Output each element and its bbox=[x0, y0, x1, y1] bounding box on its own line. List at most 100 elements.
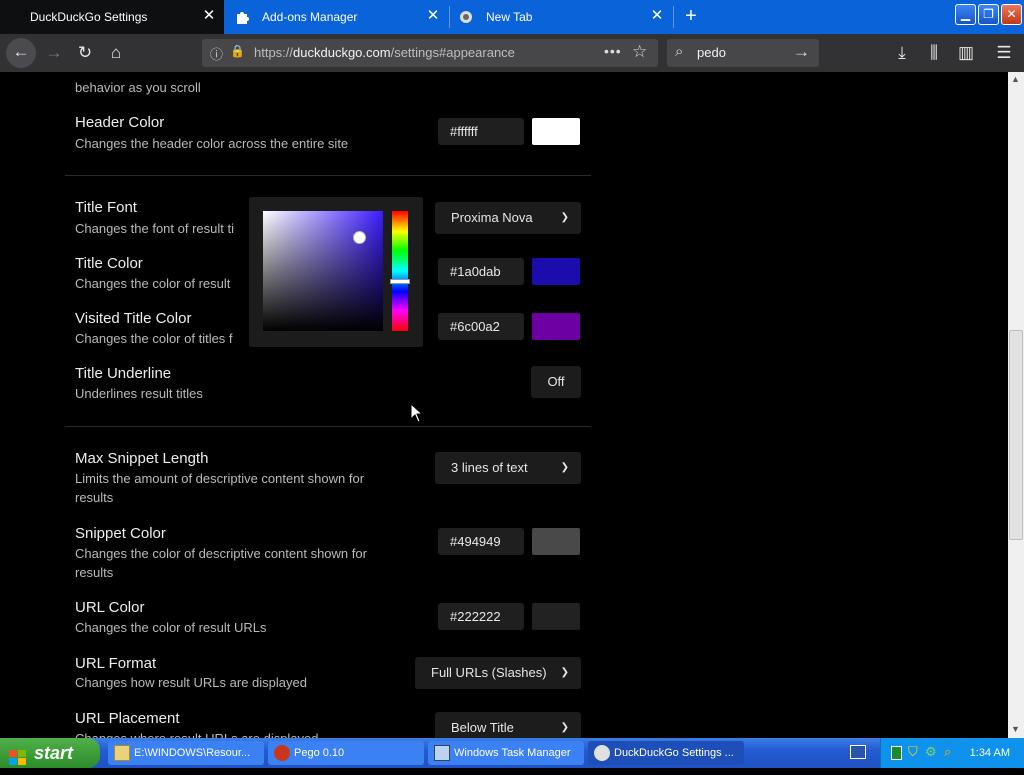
bookmark-star-icon[interactable]: ☆ bbox=[632, 42, 647, 62]
chevron-down-icon: ❯ bbox=[560, 722, 569, 733]
search-tray-icon[interactable]: ⌕ bbox=[944, 744, 951, 760]
chevron-down-icon: ❯ bbox=[560, 462, 569, 473]
title-underline-toggle[interactable]: Off bbox=[531, 366, 581, 398]
close-icon[interactable]: ✕ bbox=[650, 8, 664, 23]
taskbar-item-duckduckgo[interactable]: DuckDuckGo Settings ... bbox=[588, 741, 744, 765]
windows-logo-icon bbox=[9, 745, 27, 765]
max-snippet-desc: Limits the amount of descriptive content… bbox=[75, 471, 365, 505]
title-color-input[interactable]: #1a0dab bbox=[438, 258, 524, 285]
snippet-color-desc: Changes the color of descriptive content… bbox=[75, 546, 367, 580]
visited-title-color-swatch[interactable] bbox=[532, 313, 580, 340]
taskbar-item-label: DuckDuckGo Settings ... bbox=[614, 747, 734, 759]
header-color-input[interactable]: #ffffff bbox=[438, 118, 524, 145]
search-icon: ⌕ bbox=[675, 43, 684, 60]
visited-title-color-input[interactable]: #6c00a2 bbox=[438, 313, 524, 340]
hue-slider[interactable] bbox=[392, 211, 408, 331]
title-color-swatch[interactable] bbox=[532, 258, 580, 285]
info-icon[interactable]: ⓘ bbox=[210, 44, 223, 63]
chevron-down-icon: ❯ bbox=[560, 212, 569, 223]
url-format-select[interactable]: Full URLs (Slashes) ❯ bbox=[415, 657, 581, 689]
taskbar-item-label: Pego 0.10 bbox=[294, 747, 345, 759]
search-bar[interactable]: ⌕ pedo → bbox=[667, 39, 819, 67]
page-scrollbar[interactable]: ▲ ▼ bbox=[1008, 72, 1024, 738]
pego-icon bbox=[460, 11, 472, 23]
url-bar[interactable]: ⓘ 🔒 https://duckduckgo.com/settings#appe… bbox=[202, 39, 658, 67]
folder-icon bbox=[114, 745, 130, 761]
url-color-input[interactable]: #222222 bbox=[438, 603, 524, 630]
close-icon[interactable]: ✕ bbox=[202, 8, 216, 23]
navigation-toolbar: ← → ↻ ⌂ ⓘ 🔒 https://duckduckgo.com/setti… bbox=[0, 34, 1024, 72]
forward-arrow-icon[interactable]: → bbox=[40, 39, 68, 67]
window-close-icon[interactable]: ✕ bbox=[1001, 4, 1022, 25]
page-actions-icon[interactable]: ••• bbox=[604, 43, 622, 59]
go-arrow-icon[interactable]: → bbox=[793, 42, 810, 62]
title-font-value: Proxima Nova bbox=[451, 210, 533, 225]
menu-hamburger-icon[interactable]: ☰ bbox=[990, 39, 1018, 67]
scrollbar-thumb[interactable] bbox=[1009, 330, 1023, 540]
tab-label: Add-ons Manager bbox=[262, 10, 358, 24]
snippet-color-input[interactable]: #494949 bbox=[438, 528, 524, 555]
shield-icon[interactable]: ⛉ bbox=[908, 744, 918, 760]
url-placement-desc: Changes where result URLs are displayed bbox=[75, 729, 319, 738]
library-icon[interactable]: ⫼ bbox=[920, 39, 948, 67]
hue-slider-handle[interactable] bbox=[390, 279, 410, 284]
minimize-icon[interactable]: ▁ bbox=[955, 4, 976, 25]
home-icon[interactable]: ⌂ bbox=[102, 39, 130, 67]
section-divider bbox=[65, 426, 591, 427]
url-placement-select[interactable]: Below Title ❯ bbox=[435, 712, 581, 738]
close-icon[interactable]: ✕ bbox=[426, 8, 440, 23]
tab-duckduckgo-settings[interactable]: DuckDuckGo Settings ✕ bbox=[0, 0, 224, 34]
taskbar-item-explorer[interactable]: E:\WINDOWS\Resour... bbox=[108, 741, 264, 765]
url-placement-value: Below Title bbox=[451, 720, 514, 735]
mouse-cursor-icon bbox=[410, 403, 422, 423]
restore-icon[interactable]: ❐ bbox=[978, 4, 999, 25]
color-picker-popup bbox=[249, 197, 423, 347]
max-snippet-value: 3 lines of text bbox=[451, 460, 528, 475]
lock-icon[interactable]: 🔒 bbox=[230, 44, 245, 58]
saturation-value-field[interactable] bbox=[263, 211, 383, 331]
tab-new-tab[interactable]: New Tab ✕ bbox=[450, 0, 672, 34]
scroll-up-icon[interactable]: ▲ bbox=[1011, 74, 1020, 84]
sidebar-icon[interactable]: ▥ bbox=[952, 39, 980, 67]
keyboard-icon[interactable] bbox=[850, 745, 866, 759]
back-arrow-icon[interactable]: ← bbox=[6, 38, 36, 68]
start-button[interactable]: start bbox=[0, 738, 100, 768]
chevron-down-icon: ❯ bbox=[560, 667, 569, 678]
clock: 1:34 AM bbox=[969, 747, 1010, 759]
tray-app-icon[interactable] bbox=[891, 746, 902, 760]
url-color-title: URL Color bbox=[75, 599, 145, 616]
url-format-value: Full URLs (Slashes) bbox=[431, 665, 547, 680]
header-color-title: Header Color bbox=[75, 114, 165, 131]
url-format-desc: Changes how result URLs are displayed bbox=[75, 675, 307, 690]
title-color-desc: Changes the color of result bbox=[75, 276, 231, 291]
download-icon[interactable]: ⤓ bbox=[888, 39, 916, 67]
search-input[interactable]: pedo bbox=[697, 45, 726, 60]
scroll-down-icon[interactable]: ▼ bbox=[1011, 724, 1020, 734]
new-tab-plus-icon[interactable]: + bbox=[680, 5, 702, 27]
start-label: start bbox=[34, 743, 74, 763]
tab-separator bbox=[673, 6, 674, 28]
taskbar-item-task-manager[interactable]: Windows Task Manager bbox=[428, 741, 584, 765]
visited-title-color-title: Visited Title Color bbox=[75, 310, 192, 327]
max-snippet-select[interactable]: 3 lines of text ❯ bbox=[435, 452, 581, 484]
title-font-desc: Changes the font of result ti bbox=[75, 221, 234, 236]
url-color-swatch[interactable] bbox=[532, 603, 580, 630]
snippet-color-swatch[interactable] bbox=[532, 528, 580, 555]
title-font-select[interactable]: Proxima Nova ❯ bbox=[435, 202, 581, 234]
visited-title-color-desc: Changes the color of titles f bbox=[75, 331, 233, 346]
tab-addons-manager[interactable]: Add-ons Manager ✕ bbox=[226, 0, 448, 34]
title-font-title: Title Font bbox=[75, 199, 137, 216]
network-icon[interactable]: ⚙ bbox=[925, 744, 937, 760]
header-color-swatch[interactable] bbox=[532, 118, 580, 145]
url-color-desc: Changes the color of result URLs bbox=[75, 620, 267, 635]
taskbar-item-pego[interactable]: Pego 0.10 bbox=[268, 741, 424, 765]
reload-icon[interactable]: ↻ bbox=[71, 39, 99, 67]
title-color-title: Title Color bbox=[75, 255, 143, 272]
puzzle-icon bbox=[237, 12, 249, 24]
title-underline-desc: Underlines result titles bbox=[75, 386, 203, 401]
color-picker-handle[interactable] bbox=[353, 231, 366, 244]
system-tray: ⛉ ⚙ ⌕ 1:34 AM bbox=[880, 738, 1024, 768]
url-placement-title: URL Placement bbox=[75, 710, 180, 727]
tab-strip: DuckDuckGo Settings ✕ Add-ons Manager ✕ … bbox=[0, 0, 1024, 34]
section-divider bbox=[65, 175, 591, 176]
